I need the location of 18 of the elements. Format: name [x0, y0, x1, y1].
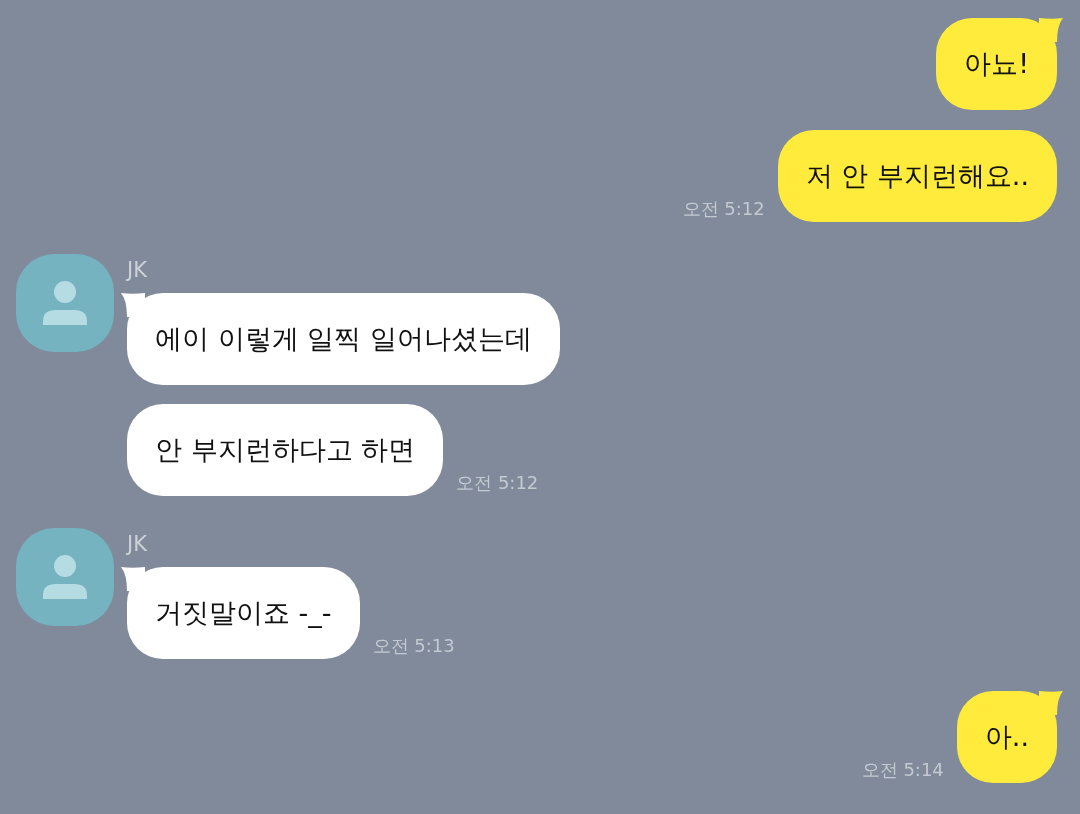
message-bubble: 안 부지런하다고 하면 [127, 404, 444, 496]
bubble-tail-icon [121, 293, 145, 317]
avatar-icon [16, 254, 114, 352]
message-bubble: 저 안 부지런해요.. [777, 130, 1057, 222]
bubble-tail-icon [1039, 691, 1063, 715]
sender-name: JK [127, 258, 147, 282]
message-time: 오전 5:14 [861, 759, 944, 781]
message-time: 오전 5:12 [456, 472, 539, 494]
message-bubble: 에이 이렇게 일찍 일어나셨는데 [127, 293, 560, 385]
message-bubble: 아.. [956, 691, 1057, 783]
sender-name: JK [127, 532, 147, 556]
message-time: 오전 5:12 [682, 198, 765, 220]
message-time: 오전 5:13 [372, 635, 455, 657]
message-bubble: 거짓말이죠 -_- [127, 567, 360, 659]
bubble-tail-icon [121, 567, 145, 591]
bubble-tail-icon [1039, 18, 1063, 42]
avatar-icon [16, 528, 114, 626]
message-bubble: 아뇨! [936, 18, 1057, 110]
